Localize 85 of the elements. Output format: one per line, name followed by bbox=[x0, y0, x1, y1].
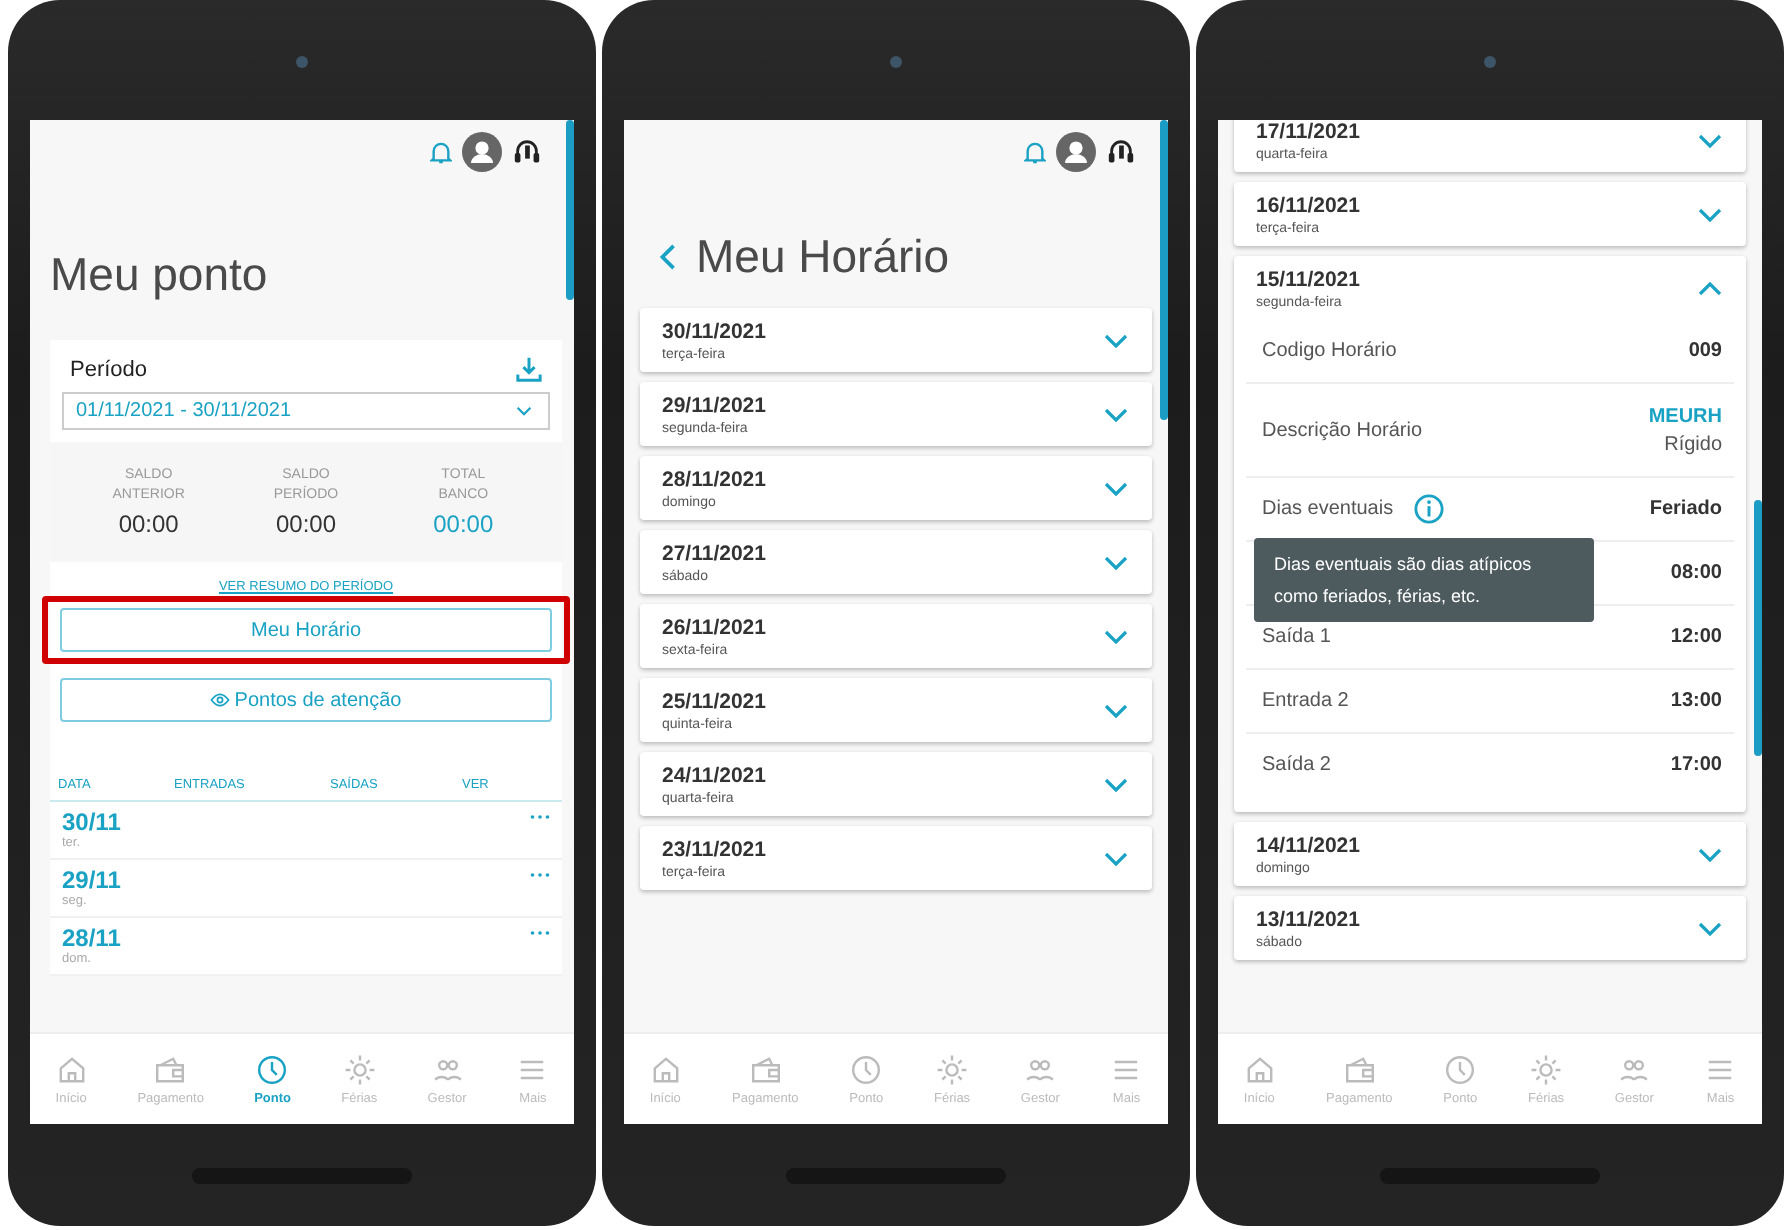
day-date: 30/11/2021 bbox=[662, 320, 766, 344]
page-title: Meu ponto bbox=[50, 248, 268, 296]
detail-value: MEURH bbox=[1648, 405, 1722, 427]
chevron-down-icon[interactable] bbox=[1698, 922, 1722, 936]
chevron-down-icon[interactable] bbox=[1104, 778, 1128, 792]
detail-value: 08:00 bbox=[1670, 562, 1722, 584]
chevron-down-icon[interactable] bbox=[1104, 704, 1128, 718]
row-date: 30/11 bbox=[62, 808, 121, 836]
clock-icon bbox=[1444, 1053, 1477, 1085]
day-date: 24/11/2021 bbox=[662, 764, 766, 788]
row-date: 28/11 bbox=[62, 924, 121, 952]
sun-icon bbox=[343, 1053, 376, 1085]
chevron-down-icon[interactable] bbox=[1698, 134, 1722, 148]
detail-label: Saída 2 bbox=[1262, 754, 1331, 776]
outline-button[interactable]: Meu Horário bbox=[60, 608, 552, 652]
wallet-icon bbox=[154, 1053, 187, 1085]
chevron-down-icon[interactable] bbox=[1104, 630, 1128, 644]
period-select[interactable]: 01/11/2021 - 30/11/2021 bbox=[62, 392, 550, 430]
chevron-down-icon[interactable] bbox=[1104, 556, 1128, 570]
detail-label: Codigo Horário bbox=[1262, 340, 1397, 362]
clock-icon bbox=[256, 1053, 289, 1085]
day-date: 17/11/2021 bbox=[1256, 120, 1360, 144]
bell-icon[interactable] bbox=[430, 139, 452, 165]
day-date: 13/11/2021 bbox=[1256, 908, 1360, 932]
chevron-up-icon[interactable] bbox=[1698, 282, 1722, 296]
wallet-icon bbox=[749, 1053, 782, 1085]
info-icon[interactable] bbox=[1413, 494, 1444, 524]
sun-icon bbox=[1530, 1053, 1563, 1085]
home-icon bbox=[649, 1053, 682, 1085]
day-date: 28/11/2021 bbox=[662, 468, 766, 492]
headset-icon[interactable] bbox=[512, 137, 542, 167]
more-icon[interactable] bbox=[530, 814, 550, 820]
eye-icon bbox=[210, 692, 231, 708]
chevron-down-icon[interactable] bbox=[1104, 334, 1128, 348]
sun-icon bbox=[936, 1053, 969, 1085]
headset-icon[interactable] bbox=[1106, 137, 1136, 167]
day-date: 14/11/2021 bbox=[1256, 834, 1360, 858]
wallet-icon bbox=[1343, 1053, 1376, 1085]
home-icon bbox=[1243, 1053, 1276, 1085]
tooltip: Dias eventuais são dias atípicos como feriados, férias, etc. bbox=[1254, 538, 1594, 622]
day-date: 25/11/2021 bbox=[662, 690, 766, 714]
detail-label: Saída 1 bbox=[1262, 626, 1331, 648]
chevron-down-icon[interactable] bbox=[1698, 848, 1722, 862]
camera-dot bbox=[296, 56, 308, 68]
detail-value: 17:00 bbox=[1670, 754, 1722, 776]
detail-value: 13:00 bbox=[1670, 690, 1722, 712]
day-date: 27/11/2021 bbox=[662, 542, 766, 566]
row-date: 29/11 bbox=[62, 866, 121, 894]
page-title: Meu Horário bbox=[696, 229, 950, 283]
more-icon[interactable] bbox=[530, 930, 550, 936]
detail-value: 12:00 bbox=[1670, 626, 1722, 648]
avatar-icon[interactable] bbox=[462, 132, 502, 172]
detail-label: Entrada 2 bbox=[1262, 690, 1349, 712]
camera-dot bbox=[1484, 56, 1496, 68]
balance-value: 00:00 bbox=[118, 510, 179, 538]
outline-button[interactable]: Pontos de atenção bbox=[60, 678, 552, 722]
chevron-down-icon[interactable] bbox=[1698, 208, 1722, 222]
detail-value: Feriado bbox=[1649, 498, 1722, 520]
scrollbar[interactable] bbox=[1160, 120, 1168, 420]
balance-value: 00:00 bbox=[275, 510, 336, 538]
day-date: 23/11/2021 bbox=[662, 838, 766, 862]
detail-subvalue: Rígido bbox=[1664, 433, 1722, 455]
detail-value: 009 bbox=[1688, 340, 1722, 362]
home-icon bbox=[55, 1053, 88, 1085]
period-label: Período bbox=[70, 357, 148, 381]
chevron-down-icon[interactable] bbox=[1104, 482, 1128, 496]
back-icon[interactable] bbox=[660, 243, 676, 269]
day-date: 26/11/2021 bbox=[662, 616, 766, 640]
day-date: 15/11/2021 bbox=[1256, 268, 1360, 292]
detail-label: Dias eventuais bbox=[1262, 498, 1394, 520]
detail-label: Descrição Horário bbox=[1262, 419, 1423, 441]
chevron-down-icon[interactable] bbox=[1104, 852, 1128, 866]
balance-value: 00:00 bbox=[433, 510, 494, 538]
scrollbar[interactable] bbox=[566, 120, 574, 300]
avatar-icon[interactable] bbox=[1056, 132, 1096, 172]
clock-icon bbox=[850, 1053, 883, 1085]
day-date: 29/11/2021 bbox=[662, 394, 766, 418]
download-icon[interactable] bbox=[516, 356, 542, 382]
bell-icon[interactable] bbox=[1024, 139, 1046, 165]
chevron-down-icon bbox=[516, 406, 532, 416]
camera-dot bbox=[890, 56, 902, 68]
scrollbar[interactable] bbox=[1754, 500, 1762, 756]
day-date: 16/11/2021 bbox=[1256, 194, 1360, 218]
chevron-down-icon[interactable] bbox=[1104, 408, 1128, 422]
more-icon[interactable] bbox=[530, 872, 550, 878]
